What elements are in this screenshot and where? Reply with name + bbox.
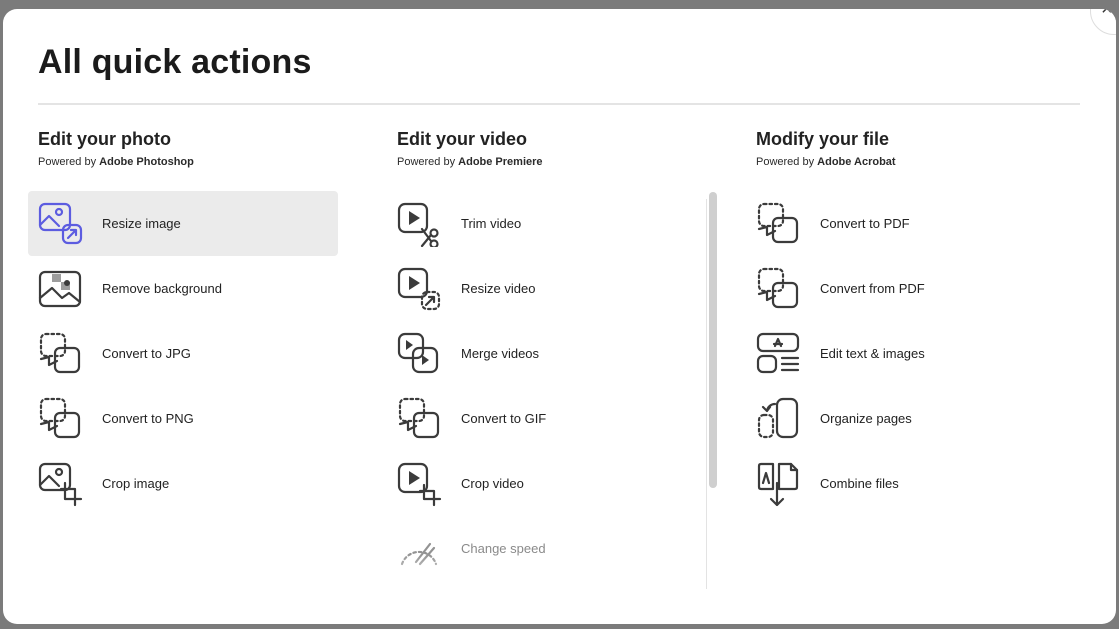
close-button[interactable]: × (1090, 9, 1116, 35)
column-title: Modify your file (756, 129, 890, 149)
resize-video-icon (396, 266, 442, 312)
edit-text-images-icon (755, 331, 801, 377)
trim-video-icon (396, 201, 442, 247)
action-list: Convert to PDF Convert from PDF Edit tex… (746, 191, 1066, 516)
column-edit-photo: Edit your photo Powered by Adobe Photosh… (28, 129, 368, 507)
change-speed-icon (396, 526, 442, 572)
remove-background-icon (37, 266, 83, 312)
action-remove-background[interactable]: Remove background (28, 256, 338, 321)
powered-by: Powered by Adobe Premiere (397, 156, 543, 168)
action-convert-jpg[interactable]: Convert to JPG (28, 321, 338, 386)
convert-jpg-icon (37, 331, 83, 377)
powered-by: Powered by Adobe Photoshop (38, 156, 194, 168)
modal-title: All quick actions (38, 43, 312, 81)
action-organize-pages[interactable]: Organize pages (746, 386, 1056, 451)
column-modify-file: Modify your file Powered by Adobe Acroba… (746, 129, 1086, 507)
scrollbar-thumb[interactable] (709, 192, 717, 488)
powered-by: Powered by Adobe Acrobat (756, 156, 896, 168)
action-resize-video[interactable]: Resize video (387, 256, 697, 321)
quick-actions-modal: All quick actions Edit your photo Powere… (3, 9, 1116, 624)
action-crop-image[interactable]: Crop image (28, 451, 338, 516)
column-separator (706, 199, 707, 589)
action-resize-image[interactable]: Resize image (28, 191, 338, 256)
convert-png-icon (37, 396, 83, 442)
action-combine-files[interactable]: Combine files (746, 451, 1056, 516)
action-list: Trim video Resize video Merge videos Con… (387, 191, 707, 581)
column-title: Edit your video (397, 129, 528, 149)
action-convert-gif[interactable]: Convert to GIF (387, 386, 697, 451)
title-divider (38, 103, 1080, 105)
action-trim-video[interactable]: Trim video (387, 191, 697, 256)
action-merge-videos[interactable]: Merge videos (387, 321, 697, 386)
action-crop-video[interactable]: Crop video (387, 451, 697, 516)
merge-videos-icon (396, 331, 442, 377)
action-convert-pdf[interactable]: Convert to PDF (746, 191, 1056, 256)
crop-video-icon (396, 461, 442, 507)
convert-from-pdf-icon (755, 266, 801, 312)
action-convert-from-pdf[interactable]: Convert from PDF (746, 256, 1056, 321)
crop-image-icon (37, 461, 83, 507)
convert-pdf-icon (755, 201, 801, 247)
column-title: Edit your photo (38, 129, 171, 149)
action-convert-png[interactable]: Convert to PNG (28, 386, 338, 451)
convert-gif-icon (396, 396, 442, 442)
close-icon: × (1101, 9, 1113, 20)
organize-pages-icon (755, 396, 801, 442)
action-edit-text-images[interactable]: Edit text & images (746, 321, 1056, 386)
action-change-speed[interactable]: Change speed (387, 516, 697, 581)
action-list: Resize image Remove background Convert t… (28, 191, 348, 516)
resize-image-icon (37, 201, 83, 247)
combine-files-icon (755, 461, 801, 507)
column-edit-video: Edit your video Powered by Adobe Premier… (387, 129, 727, 566)
